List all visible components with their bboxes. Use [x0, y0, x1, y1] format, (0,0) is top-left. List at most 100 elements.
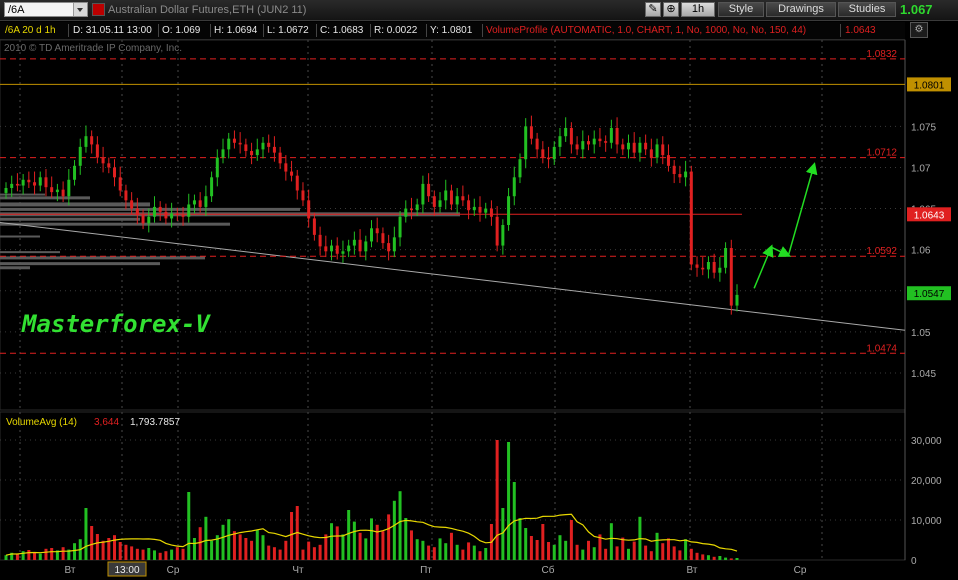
- volume-profile-bar: [0, 207, 300, 211]
- candle-body: [158, 206, 162, 212]
- forecast-arrow: [770, 246, 792, 257]
- candle-body: [164, 211, 168, 219]
- volume-bar: [95, 534, 99, 560]
- candle-body: [215, 157, 219, 178]
- volume-bar: [398, 491, 402, 560]
- volume-bar: [472, 545, 476, 560]
- volume-bar: [175, 547, 179, 560]
- volume-bar: [261, 535, 265, 560]
- volume-tick-label: 0: [911, 556, 917, 567]
- candle-body: [489, 208, 493, 217]
- candle-body: [352, 239, 356, 246]
- candle-body: [38, 177, 42, 186]
- volume-bar: [455, 544, 459, 560]
- candle-body: [735, 294, 739, 306]
- candle-body: [272, 146, 276, 153]
- volume-bar: [575, 544, 579, 560]
- time-axis-label: Сб: [542, 564, 555, 576]
- candle-body: [461, 196, 465, 201]
- candle-body: [535, 138, 539, 150]
- volume-bar: [238, 534, 242, 560]
- candle-body: [118, 177, 122, 191]
- volume-bar: [278, 549, 282, 560]
- volume-bar: [90, 526, 94, 560]
- volume-bar: [124, 544, 128, 560]
- volume-bar: [370, 518, 373, 560]
- volume-bar: [84, 508, 88, 560]
- candle-body: [449, 190, 453, 205]
- candle-body: [152, 206, 156, 217]
- volume-study-header: VolumeAvg (14) 3,644 1,793.7857: [0, 413, 905, 430]
- candle-body: [181, 215, 185, 217]
- volume-bar: [581, 549, 585, 560]
- candle-body: [678, 174, 682, 178]
- candle-body: [421, 183, 425, 205]
- volume-bar: [427, 545, 431, 560]
- volume-bar: [592, 547, 596, 560]
- volume-bar: [381, 531, 385, 560]
- volume-bar: [712, 556, 716, 560]
- candle-body: [221, 149, 225, 158]
- candle-body: [507, 196, 511, 225]
- volume-bar: [375, 524, 379, 560]
- volume-profile-bar: [0, 235, 40, 238]
- candle-body: [484, 208, 488, 213]
- candle-body: [409, 208, 413, 211]
- volume-bar: [609, 523, 613, 560]
- volume-study-label: VolumeAvg (14): [6, 417, 77, 428]
- candle-body: [495, 216, 499, 246]
- candle-body: [232, 138, 236, 143]
- candle-body: [689, 171, 693, 265]
- candle-body: [438, 200, 442, 207]
- candle-body: [729, 248, 733, 306]
- volume-bar: [484, 548, 488, 560]
- price-chart[interactable]: 1.08321.07121.05921.0474 1.0451.051.0551…: [0, 0, 958, 580]
- volume-bar: [632, 541, 636, 560]
- candle-body: [649, 149, 653, 158]
- volume-bar: [392, 500, 396, 560]
- candle-body: [284, 163, 288, 172]
- candle-body: [55, 189, 59, 193]
- candle-body: [73, 165, 77, 180]
- candle-body: [512, 177, 516, 197]
- volume-bar: [284, 540, 288, 560]
- candle-body: [615, 127, 619, 145]
- candle-body: [695, 264, 699, 268]
- volume-bar: [4, 555, 8, 560]
- time-axis-label: Ср: [167, 565, 180, 576]
- volume-bar: [187, 492, 191, 560]
- volume-bar: [444, 543, 448, 560]
- volume-bar: [50, 548, 54, 560]
- volume-bar: [387, 514, 391, 560]
- volume-bar: [735, 558, 739, 560]
- candle-body: [175, 213, 179, 216]
- volume-bar: [170, 549, 174, 560]
- candle-body: [587, 141, 591, 145]
- candle-body: [227, 138, 231, 150]
- volume-bar: [689, 548, 693, 560]
- candle-body: [187, 204, 191, 217]
- candle-body: [21, 179, 25, 186]
- price-tag-label: 1.0801: [914, 80, 945, 91]
- candle-body: [415, 204, 419, 211]
- volume-bar: [73, 543, 77, 560]
- candle-body: [432, 196, 436, 207]
- candle-body: [569, 127, 573, 145]
- time-axis-label: Ср: [794, 565, 807, 576]
- volume-bar: [626, 548, 630, 560]
- candle-body: [101, 157, 105, 164]
- candle-body: [392, 237, 396, 252]
- candle-body: [524, 126, 528, 160]
- candle-body: [370, 228, 373, 242]
- volume-bar: [135, 548, 139, 560]
- price-tick-label: 1.05: [911, 328, 931, 339]
- candle-body: [398, 216, 402, 238]
- volume-bar: [118, 542, 122, 560]
- level-label: 1.0474: [866, 343, 897, 354]
- volume-bar: [204, 516, 208, 560]
- candle-body: [324, 246, 328, 252]
- volume-bar: [130, 546, 134, 560]
- candle-body: [295, 175, 299, 191]
- candle-body: [124, 190, 128, 201]
- candle-body: [44, 177, 48, 188]
